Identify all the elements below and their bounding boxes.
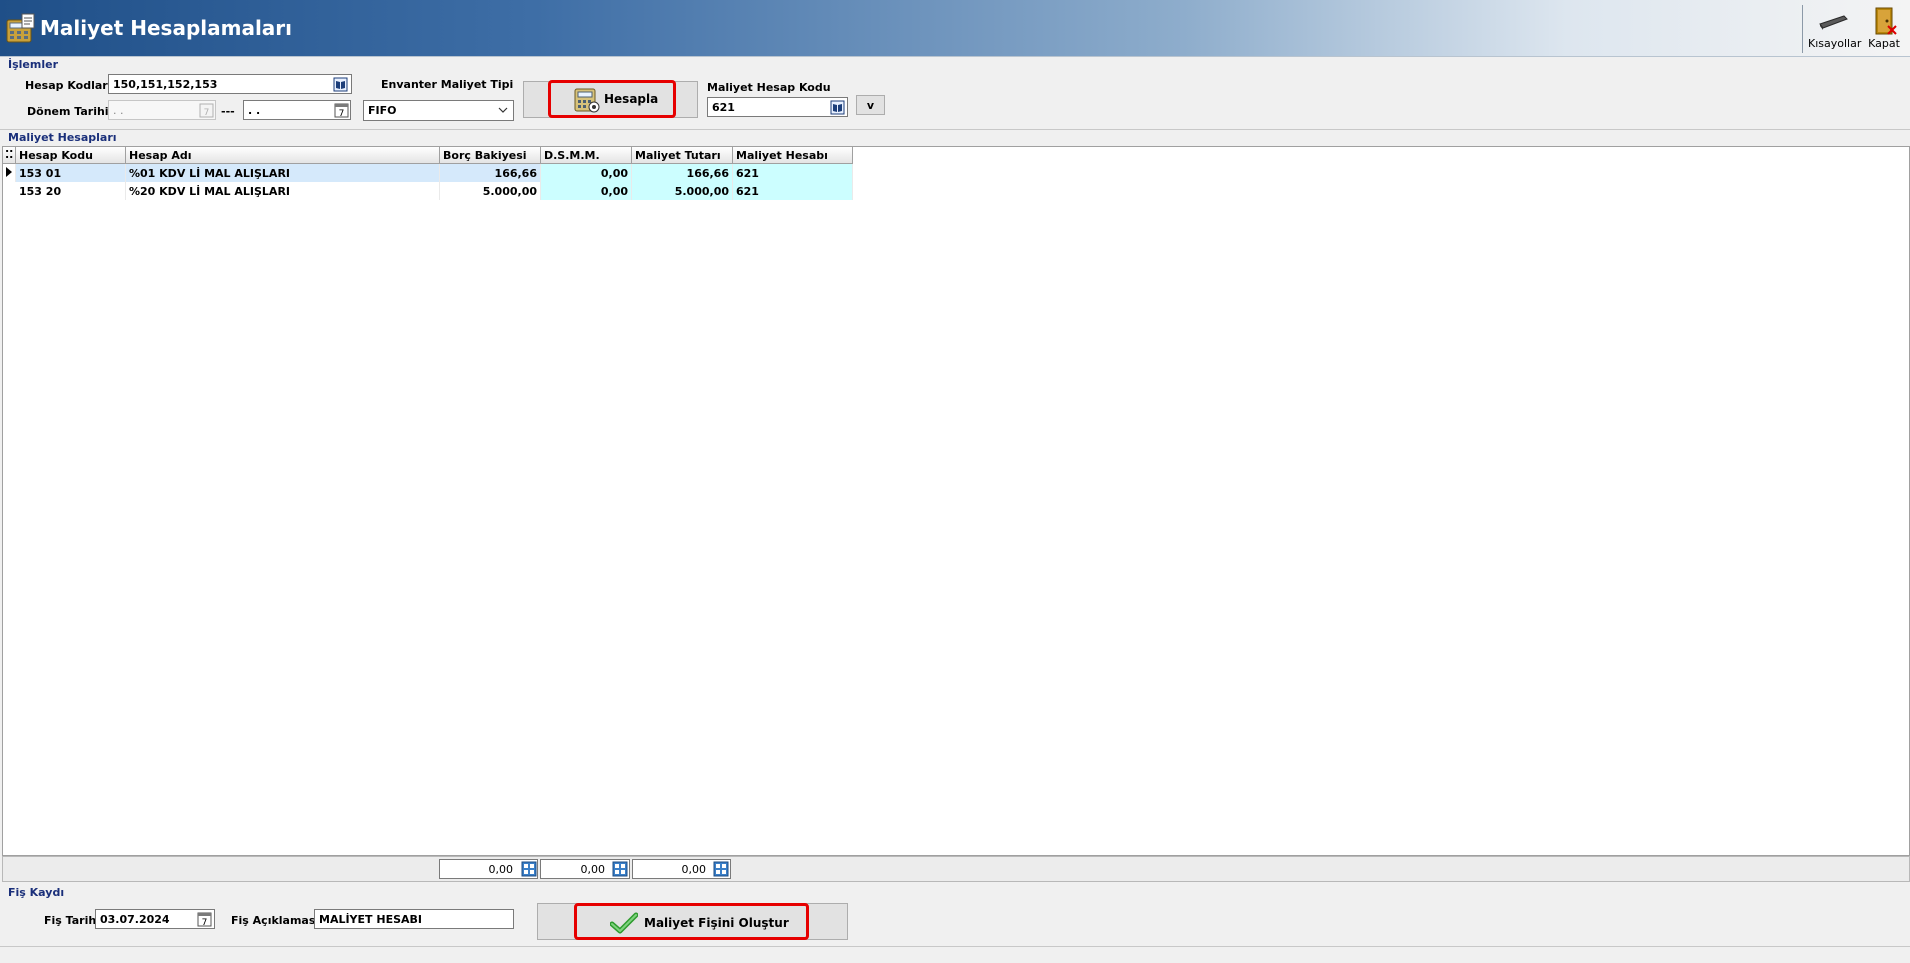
grid-corner-indicator: ⁚⁚ [3, 147, 16, 164]
fis-aciklamasi-input[interactable]: MALİYET HESABI [314, 909, 514, 929]
section-divider [0, 129, 1910, 130]
hesapla-label: Hesapla [604, 92, 659, 106]
donem-tarihi-label: Dönem Tarihi [27, 105, 109, 118]
bottom-divider [0, 946, 1910, 947]
cell-hesap-adi: %20 KDV Lİ MAL ALIŞLARI [126, 182, 440, 200]
svg-text:7: 7 [202, 918, 208, 927]
calendar-icon[interactable]: 7 [197, 912, 212, 927]
envanter-maliyet-tipi-select[interactable]: FIFO [363, 100, 514, 121]
cell-maliyet-tutari[interactable]: 5.000,00 [632, 182, 733, 200]
shortcuts-label: Kısayollar [1808, 37, 1862, 50]
cell-hesap-kodu: 153 20 [16, 182, 126, 200]
fis-kaydi-section-label: Fiş Kaydı [8, 886, 65, 899]
cell-hesap-adi: %01 KDV Lİ MAL ALIŞLARI [126, 164, 440, 182]
cell-borc-bakiyesi: 166,66 [440, 164, 541, 182]
calculator-sum-icon[interactable] [612, 861, 628, 877]
cell-hesap-kodu: 153 01 [16, 164, 126, 182]
maliyet-hesap-kodu-input[interactable]: 621 [707, 97, 848, 117]
grid-totals-bar [2, 856, 1910, 882]
column-header-hesap-kodu[interactable]: Hesap Kodu [16, 147, 126, 164]
window-title: Maliyet Hesaplamaları [40, 16, 293, 40]
column-header-maliyet-tutari[interactable]: Maliyet Tutarı [632, 147, 733, 164]
column-header-maliyet-hesabi[interactable]: Maliyet Hesabı [733, 147, 853, 164]
calculator-sum-icon[interactable] [713, 861, 729, 877]
olustur-label: Maliyet Fişini Oluştur [644, 916, 789, 930]
calculator-icon [574, 88, 600, 113]
column-header-borc-bakiyesi[interactable]: Borç Bakiyesi [440, 147, 541, 164]
cell-maliyet-hesabi[interactable]: 621 [733, 164, 853, 182]
cell-dsmm[interactable]: 0,00 [541, 164, 632, 182]
close-label: Kapat [1868, 37, 1900, 50]
row-pointer-icon [3, 164, 16, 182]
checkmark-icon [610, 912, 638, 934]
maliyet-hesap-kodu-label: Maliyet Hesap Kodu [707, 81, 831, 94]
svg-text:7: 7 [204, 108, 210, 118]
v-button[interactable]: v [856, 95, 885, 115]
date-range-separator: --- [221, 105, 235, 118]
chevron-down-icon [498, 107, 508, 113]
shortcuts-button[interactable]: Kısayollar [1808, 4, 1862, 54]
table-row[interactable]: 153 20 %20 KDV Lİ MAL ALIŞLARI 5.000,00 … [3, 182, 853, 200]
fis-aciklamasi-label: Fiş Açıklaması [231, 914, 320, 927]
cell-maliyet-tutari[interactable]: 166,66 [632, 164, 733, 182]
column-header-hesap-adi[interactable]: Hesap Adı [126, 147, 440, 164]
hesapla-button[interactable]: Hesapla [548, 80, 676, 118]
cell-borc-bakiyesi: 5.000,00 [440, 182, 541, 200]
hesap-kodlari-label: Hesap Kodları [25, 79, 112, 92]
maliyet-hesaplari-section-label: Maliyet Hesapları [8, 131, 117, 144]
keyboard-icon [1819, 15, 1848, 30]
close-button[interactable]: Kapat [1862, 4, 1906, 54]
cell-dsmm[interactable]: 0,00 [541, 182, 632, 200]
calculator-app-icon [4, 12, 38, 46]
svg-text:7: 7 [339, 109, 345, 118]
lookup-book-icon[interactable] [830, 100, 845, 115]
toolbar-separator [1802, 5, 1803, 53]
envanter-maliyet-tipi-label: Envanter Maliyet Tipi [381, 78, 514, 91]
hesap-kodlari-input[interactable]: 150,151,152,153 [108, 74, 352, 94]
column-header-dsmm[interactable]: D.S.M.M. [541, 147, 632, 164]
door-exit-icon [1875, 7, 1897, 35]
islemler-section-label: İşlemler [8, 58, 58, 71]
maliyet-hesaplari-grid[interactable]: ⁚⁚ Hesap Kodu Hesap Adı Borç Bakiyesi D.… [2, 146, 1910, 856]
maliyet-fisini-olustur-button[interactable]: Maliyet Fişini Oluştur [574, 903, 809, 940]
calculator-sum-icon[interactable] [521, 861, 537, 877]
calendar-icon[interactable]: 7 [199, 103, 214, 118]
envanter-selected-value: FIFO [368, 104, 397, 117]
lookup-book-icon[interactable] [333, 77, 348, 92]
cell-maliyet-hesabi[interactable]: 621 [733, 182, 853, 200]
fis-tarihi-label: Fiş Tarihi [44, 914, 100, 927]
table-row[interactable]: 153 01 %01 KDV Lİ MAL ALIŞLARI 166,66 0,… [3, 164, 853, 182]
calendar-icon[interactable]: 7 [334, 103, 349, 118]
